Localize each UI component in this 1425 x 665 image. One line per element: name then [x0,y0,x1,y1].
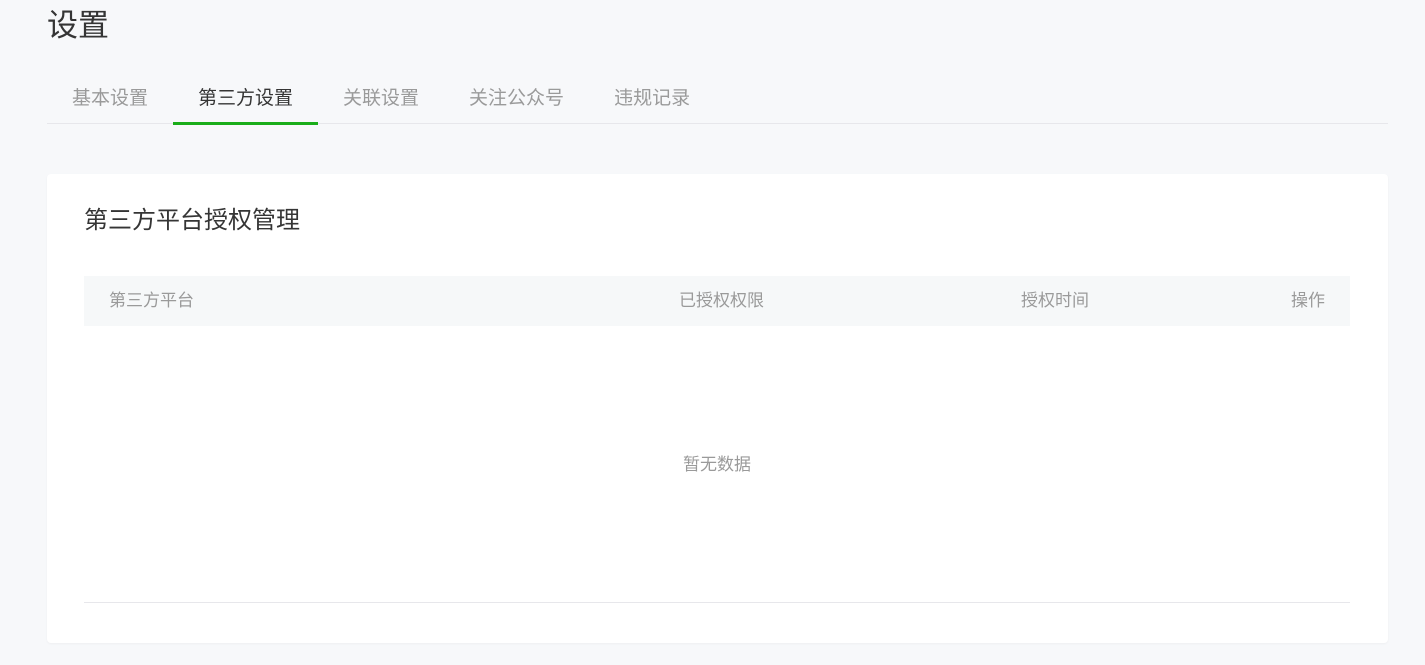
column-header-platform: 第三方平台 [109,291,194,311]
tab-third-party-settings[interactable]: 第三方设置 [173,72,319,125]
tab-follow-official-account[interactable]: 关注公众号 [444,72,589,124]
card-title: 第三方平台授权管理 [84,206,300,234]
third-party-auth-card: 第三方平台授权管理 第三方平台 已授权权限 授权时间 操作 暂无数据 [47,174,1388,643]
table-header: 第三方平台 已授权权限 授权时间 操作 [84,276,1350,326]
settings-tabs: 基本设置 第三方设置 关联设置 关注公众号 违规记录 [47,72,1388,125]
column-header-actions: 操作 [1291,291,1325,311]
settings-page: 设置 基本设置 第三方设置 关联设置 关注公众号 违规记录 第三方平台授权管理 … [0,0,1425,665]
tab-violation-records[interactable]: 违规记录 [589,72,715,124]
table-empty-state: 暂无数据 [84,326,1350,603]
tab-linked-settings[interactable]: 关联设置 [318,72,444,124]
empty-text: 暂无数据 [683,455,751,475]
column-header-auth-time: 授权时间 [1021,291,1089,311]
column-header-permissions: 已授权权限 [679,291,764,311]
tab-basic-settings[interactable]: 基本设置 [47,72,173,124]
page-title: 设置 [47,8,109,44]
